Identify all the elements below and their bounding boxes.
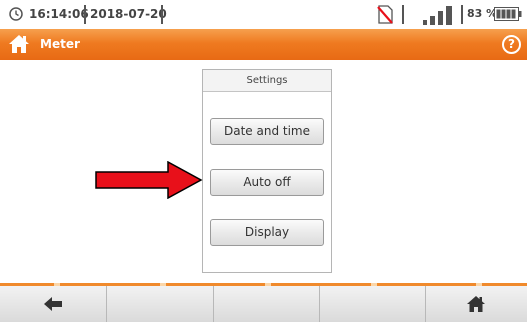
status-separator	[161, 5, 163, 24]
clock-icon	[9, 7, 23, 21]
home-icon[interactable]	[8, 34, 30, 54]
page-title: Meter	[40, 37, 80, 51]
settings-panel: Settings Date and time Auto off Display	[202, 69, 332, 273]
red-arrow-icon	[95, 161, 203, 199]
status-separator	[402, 5, 404, 24]
settings-panel-header: Settings	[203, 70, 331, 92]
date-and-time-button[interactable]: Date and time	[210, 118, 324, 145]
date-display: 2018-07-20	[90, 7, 167, 21]
back-button[interactable]	[0, 286, 107, 322]
time-display: 16:14:06	[29, 7, 89, 21]
help-icon[interactable]: ?	[502, 35, 521, 54]
auto-off-button[interactable]: Auto off	[210, 169, 324, 196]
battery-icon	[494, 7, 522, 21]
bottom-slot-empty	[320, 286, 426, 322]
back-arrow-icon	[44, 297, 62, 311]
home-icon	[467, 296, 485, 312]
signal-strength-icon	[423, 6, 452, 25]
status-bar: 16:14:06 2018-07-20 83 %	[0, 0, 527, 29]
bottom-slot-empty	[107, 286, 214, 322]
home-button[interactable]	[426, 286, 527, 322]
bottom-bar	[0, 283, 527, 322]
no-memory-card-icon	[377, 5, 393, 24]
status-separator	[84, 5, 86, 24]
bottom-slot-empty	[214, 286, 320, 322]
display-button[interactable]: Display	[210, 219, 324, 246]
title-bar: Meter ?	[0, 29, 527, 60]
status-separator	[461, 5, 463, 24]
battery-percent: 83 %	[467, 7, 498, 20]
